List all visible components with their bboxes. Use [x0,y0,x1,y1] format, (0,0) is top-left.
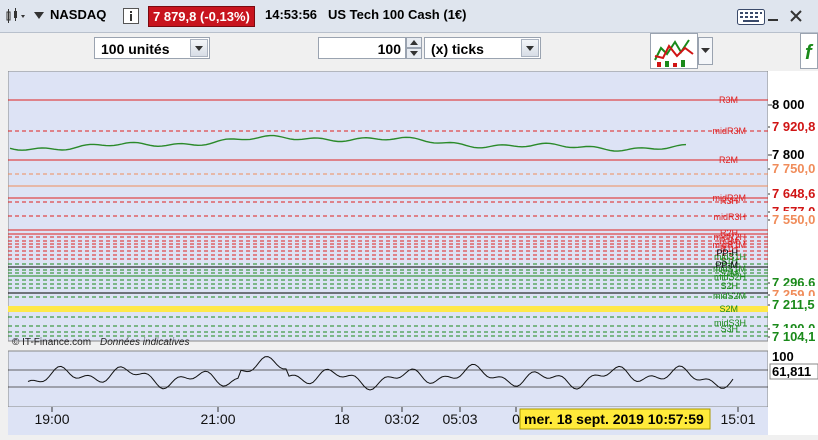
price-axis-label: 7 104,1 [772,329,815,344]
level-label: R3H [720,196,738,206]
level-label: midR3M [712,126,746,136]
price-axis-label: 7 800 [772,147,805,162]
formula-button[interactable]: f [800,33,818,69]
ticks-input[interactable]: 100 [318,37,406,59]
level-label: S2H [720,281,738,291]
chevron-down-icon [701,48,710,53]
quantity-select-value: 100 unités [101,41,170,57]
level-label: S2M [719,304,738,314]
chevron-down-icon[interactable] [34,12,44,20]
time-tick-label: 03:02 [384,411,419,427]
chevron-down-icon[interactable] [521,39,539,57]
price-axis-label: 7 550,0 [772,212,815,227]
time-tick-label: 15:01 [720,411,755,427]
indicators-button[interactable] [650,33,698,69]
price-axis-label: 7 648,6 [772,186,815,201]
indicators-dropdown[interactable] [698,37,713,65]
toolbar: 100 unités 100 (x) ticks f [0,33,818,69]
ticks-stepper[interactable] [406,37,422,59]
price-axis[interactable]: 8 0007 920,87 8007 750,07 648,67 577,07 … [768,71,818,435]
level-label: R2M [719,155,738,165]
main-plot-background [7,70,769,342]
osc-axis-label: 100 [772,349,794,364]
title-bar: NASDAQ 7 879,8 (-0,13%) 14:53:56 US Tech… [0,0,818,33]
osc-axis-label: 61,811 [772,364,811,379]
svg-text:f: f [805,42,814,64]
watermark: © IT-Finance.com [12,337,91,348]
close-icon[interactable] [789,9,803,23]
instrument-name: NASDAQ [50,7,107,22]
keyboard-icon[interactable] [737,9,765,25]
info-icon[interactable] [123,8,139,24]
level-label: S3H [720,324,738,334]
level-label: midR3H [713,212,746,222]
price-axis-label: 7 920,8 [772,119,815,134]
price-axis-label: 7 211,5 [772,297,815,312]
chevron-down-icon[interactable] [190,39,208,57]
time-tick-label: 19:00 [34,411,69,427]
formula-icon: f [805,42,814,64]
quote-time: 14:53:56 [265,7,318,22]
oscillator-plot-background [7,350,769,408]
price-axis-label: 8 000 [772,97,805,112]
indicators-icon [654,39,694,67]
ticks-unit-value: (x) ticks [431,41,484,57]
chart-type-icon[interactable] [4,8,28,24]
time-tick-label: 0 [512,411,520,427]
time-tick-label: 05:03 [442,411,477,427]
price-axis-label: 7 750,0 [772,161,815,176]
watermark-note: Données indicatives [100,337,190,348]
level-label: midS2M [713,291,746,301]
time-tick-label: 21:00 [200,411,235,427]
time-tick-label: 18 [334,411,350,427]
cursor-date-label: mer. 18 sept. 2019 10:57:59 [524,411,704,427]
chart-area[interactable]: R3M midR3M R2M midR2M R3H midR3H R2H midR2H R1M m… [7,70,769,435]
ticks-input-value: 100 [377,41,401,57]
level-label: R3M [719,95,738,105]
minimize-icon[interactable] [767,11,779,23]
ticks-unit-select[interactable]: (x) ticks [424,37,541,59]
instrument-title: US Tech 100 Cash (1€) [328,7,467,22]
highlight-band [8,306,768,312]
price-badge: 7 879,8 (-0,13%) [148,6,255,27]
quantity-select[interactable]: 100 unités [94,37,210,59]
